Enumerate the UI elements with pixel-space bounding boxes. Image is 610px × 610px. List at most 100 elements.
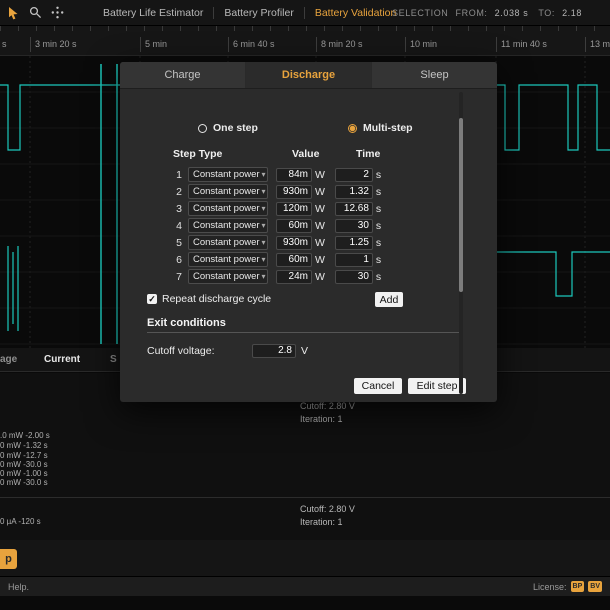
timeline-label: 10 min <box>405 37 437 52</box>
tab-charge[interactable]: Charge <box>120 62 245 88</box>
chevron-down-icon: ▾ <box>262 187 266 196</box>
col-header-step-type: Step Type <box>173 148 222 160</box>
one-step-radio[interactable]: One step <box>198 122 258 134</box>
tab-sleep[interactable]: Sleep <box>371 62 497 88</box>
value-unit: W <box>315 169 325 181</box>
tab-battery-validation[interactable]: Battery Validation <box>304 7 407 19</box>
series-tab-s[interactable]: S <box>110 354 117 365</box>
selection-label: SELECTION <box>392 8 448 18</box>
lower-strip: p <box>0 540 610 576</box>
summary-divider <box>0 497 610 498</box>
step-type-select[interactable]: Constant power▾ <box>188 218 268 233</box>
value-unit: W <box>315 254 325 266</box>
chevron-down-icon: ▾ <box>262 170 266 179</box>
search-icon[interactable] <box>29 6 42 19</box>
time-unit: s <box>376 271 381 283</box>
value-input[interactable]: 120m <box>276 202 312 216</box>
discharge-settings-dialog: Charge Discharge Sleep One step Multi-st… <box>120 62 497 402</box>
time-input[interactable]: 1 <box>335 253 373 267</box>
step-number: 3 <box>160 203 182 215</box>
selection-to-label: TO: <box>538 8 555 18</box>
time-input[interactable]: 30 <box>335 270 373 284</box>
step-type-value: Constant power <box>193 237 260 248</box>
step-row: 5 Constant power▾ 930m W 1.25 s <box>160 234 381 251</box>
series-tab-voltage[interactable]: age <box>0 354 17 365</box>
step-summary-item: 0 mW -30.0 s <box>0 478 48 487</box>
time-input[interactable]: 1.32 <box>335 185 373 199</box>
cutoff-voltage-label: Cutoff voltage: <box>147 345 215 357</box>
col-header-value: Value <box>292 148 319 160</box>
series-tab-current[interactable]: Current <box>44 354 80 365</box>
cursor-icon[interactable] <box>7 6 20 20</box>
value-unit: W <box>315 271 325 283</box>
timeline-label: s <box>2 37 7 52</box>
step-summary-item: .0 mW -2.00 s <box>0 431 50 440</box>
timeline-minor-ticks <box>0 26 610 31</box>
chevron-down-icon: ▾ <box>262 255 266 264</box>
value-input[interactable]: 84m <box>276 168 312 182</box>
repeat-cycle-checkbox[interactable]: ✓ <box>147 294 157 304</box>
cycle-iteration: Iteration: 1 <box>300 413 355 426</box>
timeline-label: 13 min 3 <box>585 37 610 52</box>
radio-icon <box>198 124 207 133</box>
step-number: 7 <box>160 271 182 283</box>
step-number: 6 <box>160 254 182 266</box>
value-input[interactable]: 24m <box>276 270 312 284</box>
step-type-value: Constant power <box>193 203 260 214</box>
pan-icon[interactable] <box>51 6 64 19</box>
step-number: 5 <box>160 237 182 249</box>
time-unit: s <box>376 203 381 215</box>
dialog-tabs: Charge Discharge Sleep <box>120 62 497 89</box>
selection-from-label: FROM: <box>456 8 488 18</box>
col-header-time: Time <box>356 148 380 160</box>
multi-step-radio[interactable]: Multi-step <box>348 122 413 134</box>
cutoff-voltage-input[interactable]: 2.8 <box>252 344 296 358</box>
step-summary-item: 0 µA -120 s <box>0 517 41 526</box>
timeline-label: 3 min 20 s <box>30 37 77 52</box>
time-input[interactable]: 2 <box>335 168 373 182</box>
step-type-select[interactable]: Constant power▾ <box>188 167 268 182</box>
value-input[interactable]: 60m <box>276 253 312 267</box>
time-unit: s <box>376 254 381 266</box>
license-badge: BP <box>571 581 585 592</box>
step-row: 3 Constant power▾ 120m W 12.68 s <box>160 200 381 217</box>
edit-step-button[interactable]: Edit step <box>408 378 466 394</box>
selection-from-value: 2.038 s <box>495 8 529 18</box>
cycle-info: Cutoff: 2.80 V Iteration: 1 <box>300 400 355 426</box>
time-unit: s <box>376 169 381 181</box>
step-type-value: Constant power <box>193 186 260 197</box>
value-input[interactable]: 930m <box>276 185 312 199</box>
cancel-button[interactable]: Cancel <box>354 378 402 394</box>
value-input[interactable]: 60m <box>276 219 312 233</box>
multi-step-label: Multi-step <box>363 122 413 134</box>
step-type-select[interactable]: Constant power▾ <box>188 201 268 216</box>
time-input[interactable]: 1.25 <box>335 236 373 250</box>
timeline-ruler[interactable]: s 3 min 20 s 5 min 6 min 40 s 8 min 20 s… <box>0 26 610 56</box>
step-row: 6 Constant power▾ 60m W 1 s <box>160 251 381 268</box>
main-tabs: Battery Life Estimator Battery Profiler … <box>93 7 406 19</box>
one-step-label: One step <box>213 122 258 134</box>
step-type-select[interactable]: Constant power▾ <box>188 184 268 199</box>
step-type-value: Constant power <box>193 271 260 282</box>
tab-discharge[interactable]: Discharge <box>245 62 371 88</box>
value-unit: W <box>315 220 325 232</box>
time-input[interactable]: 30 <box>335 219 373 233</box>
time-input[interactable]: 12.68 <box>335 202 373 216</box>
step-type-value: Constant power <box>193 254 260 265</box>
step-type-select[interactable]: Constant power▾ <box>188 235 268 250</box>
step-type-select[interactable]: Constant power▾ <box>188 252 268 267</box>
tab-battery-profiler[interactable]: Battery Profiler <box>213 7 303 19</box>
step-type-select[interactable]: Constant power▾ <box>188 269 268 284</box>
tab-battery-life-estimator[interactable]: Battery Life Estimator <box>93 7 213 19</box>
time-unit: s <box>376 220 381 232</box>
timeline-label: 6 min 40 s <box>228 37 275 52</box>
scrollbar-thumb[interactable] <box>459 118 463 292</box>
value-input[interactable]: 930m <box>276 236 312 250</box>
add-button[interactable]: Add <box>375 292 403 307</box>
toolbar-icons <box>0 6 71 20</box>
step-row: 7 Constant power▾ 24m W 30 s <box>160 268 381 285</box>
corner-badge[interactable]: p <box>0 549 17 569</box>
selection-readout: SELECTION FROM: 2.038 s TO: 2.18 <box>392 8 589 18</box>
step-number: 2 <box>160 186 182 198</box>
help-text: Help. <box>8 582 29 592</box>
